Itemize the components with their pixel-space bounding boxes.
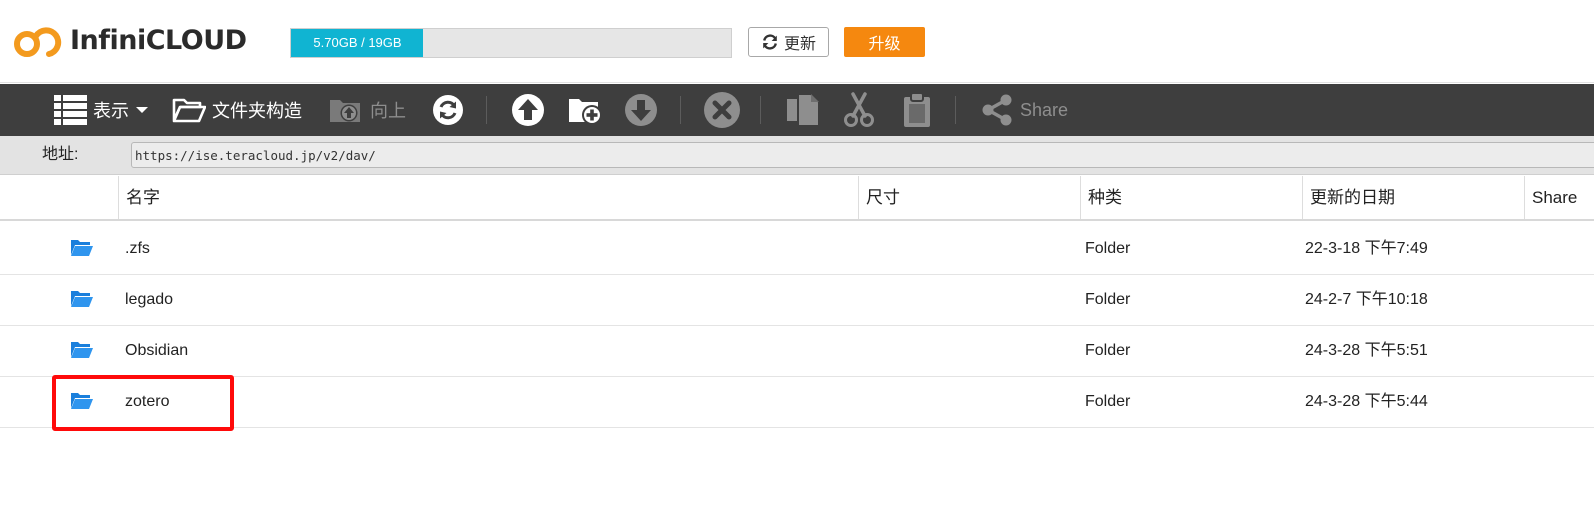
file-modified-date: 22-3-18 下午7:49 bbox=[1305, 240, 1428, 257]
download-button[interactable] bbox=[624, 84, 658, 136]
refresh-button[interactable]: 更新 bbox=[748, 27, 829, 57]
logo-text: InfiniCLOUD bbox=[70, 24, 247, 56]
storage-quota-bar: 5.70GB / 19GB bbox=[290, 28, 732, 58]
scissors-icon bbox=[844, 92, 874, 127]
view-menu-button[interactable]: 表示 bbox=[54, 84, 149, 136]
share-icon bbox=[982, 94, 1012, 126]
file-modified-date: 24-3-28 下午5:44 bbox=[1305, 393, 1428, 410]
file-type: Folder bbox=[1085, 342, 1131, 359]
file-type: Folder bbox=[1085, 240, 1131, 257]
table-row[interactable]: Obsidian Folder 24-3-28 下午5:51 bbox=[0, 326, 1594, 377]
file-name[interactable]: zotero bbox=[125, 377, 169, 427]
address-bar: 地址: bbox=[0, 136, 1594, 175]
new-folder-button[interactable] bbox=[568, 84, 604, 136]
file-table-header: 名字 尺寸 种类 更新的日期 Share bbox=[0, 176, 1594, 221]
column-header-name[interactable]: 名字 bbox=[118, 176, 858, 219]
column-header-type[interactable]: 种类 bbox=[1080, 176, 1302, 219]
copy-button[interactable] bbox=[786, 84, 820, 136]
sync-icon bbox=[433, 95, 463, 125]
delete-button[interactable] bbox=[703, 84, 741, 136]
copy-icon bbox=[787, 93, 820, 127]
folder-icon bbox=[71, 240, 93, 256]
folder-icon bbox=[71, 342, 93, 358]
storage-quota-text: 5.70GB / 19GB bbox=[313, 35, 402, 50]
paste-button[interactable] bbox=[902, 84, 932, 136]
new-folder-icon bbox=[569, 99, 602, 125]
clipboard-icon bbox=[904, 92, 930, 127]
toolbar-divider bbox=[955, 96, 956, 124]
folder-structure-button[interactable]: 文件夹构造 bbox=[172, 84, 302, 136]
column-header-modified[interactable]: 更新的日期 bbox=[1302, 176, 1524, 219]
upgrade-button[interactable]: 升级 bbox=[844, 27, 925, 57]
file-modified-date: 24-2-7 下午10:18 bbox=[1305, 291, 1428, 308]
go-up-button[interactable]: 向上 bbox=[328, 84, 406, 136]
column-header-share[interactable]: Share bbox=[1524, 176, 1594, 219]
app-header: InfiniCLOUD 5.70GB / 19GB 更新 升级 bbox=[0, 0, 1594, 83]
file-type: Folder bbox=[1085, 291, 1131, 308]
folder-icon bbox=[71, 393, 93, 409]
address-input[interactable] bbox=[131, 142, 1594, 168]
column-header-size[interactable]: 尺寸 bbox=[858, 176, 1080, 219]
upload-icon bbox=[512, 94, 544, 126]
file-name[interactable]: Obsidian bbox=[125, 326, 188, 376]
sync-button[interactable] bbox=[432, 84, 464, 136]
table-row[interactable]: zotero Folder 24-3-28 下午5:44 bbox=[0, 377, 1594, 428]
table-row[interactable]: .zfs Folder 22-3-18 下午7:49 bbox=[0, 224, 1594, 275]
folder-structure-label: 文件夹构造 bbox=[212, 101, 302, 121]
view-menu-label: 表示 bbox=[93, 101, 129, 121]
share-button[interactable]: Share bbox=[980, 84, 1068, 136]
infinicloud-logo-icon bbox=[14, 27, 62, 57]
list-view-icon bbox=[54, 95, 87, 125]
cut-button[interactable] bbox=[843, 84, 875, 136]
folder-icon bbox=[71, 291, 93, 307]
toolbar-divider bbox=[680, 96, 681, 124]
address-label: 地址: bbox=[42, 146, 79, 163]
file-toolbar: 表示 文件夹构造 向上 Share bbox=[0, 84, 1594, 136]
folder-up-icon bbox=[330, 100, 360, 122]
caret-down-icon bbox=[136, 107, 148, 113]
file-modified-date: 24-3-28 下午5:51 bbox=[1305, 342, 1428, 359]
delete-icon bbox=[704, 92, 740, 128]
file-name[interactable]: .zfs bbox=[125, 224, 150, 274]
download-icon bbox=[625, 94, 657, 126]
file-type: Folder bbox=[1085, 393, 1131, 410]
app-logo[interactable]: InfiniCLOUD bbox=[12, 20, 247, 60]
toolbar-divider bbox=[486, 96, 487, 124]
table-row[interactable]: legado Folder 24-2-7 下午10:18 bbox=[0, 275, 1594, 326]
refresh-button-label: 更新 bbox=[783, 36, 816, 53]
file-name[interactable]: legado bbox=[125, 275, 173, 325]
toolbar-divider bbox=[760, 96, 761, 124]
upgrade-button-label: 升级 bbox=[868, 36, 901, 53]
share-label: Share bbox=[1020, 99, 1069, 120]
upload-button[interactable] bbox=[511, 84, 545, 136]
open-folder-icon bbox=[172, 98, 206, 123]
go-up-label: 向上 bbox=[370, 101, 406, 121]
refresh-icon bbox=[763, 34, 777, 50]
